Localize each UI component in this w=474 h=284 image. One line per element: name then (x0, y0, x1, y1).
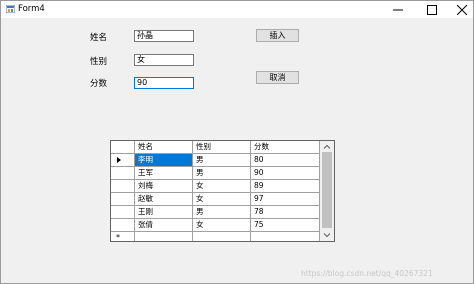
cell-gender[interactable]: 女 (193, 219, 251, 232)
cell-score[interactable]: 75 (251, 219, 320, 232)
cell-name[interactable]: 王刚 (135, 206, 193, 219)
score-input[interactable]: 90 (134, 77, 194, 89)
cancel-button[interactable]: 取消 (256, 71, 299, 84)
form4-window: Form4 姓名 孙晶 性别 女 分数 90 插入 取消 姓名 性别 分数 李明… (0, 0, 474, 284)
close-button[interactable] (447, 1, 474, 18)
title-bar[interactable]: Form4 (1, 1, 473, 18)
cell-score[interactable]: 97 (251, 193, 320, 206)
cell-name[interactable]: 李明 (135, 154, 193, 167)
cell-name[interactable]: 张倩 (135, 219, 193, 232)
score-label: 分数 (90, 79, 108, 89)
watermark: https://blog.csdn.net/qq_40267321 (301, 269, 433, 278)
table-row[interactable]: 王军男 90 (111, 167, 320, 180)
row-header[interactable] (111, 206, 135, 219)
row-header[interactable] (111, 219, 135, 232)
cell-score[interactable]: 89 (251, 180, 320, 193)
new-row-header[interactable]: * (111, 232, 135, 242)
gender-label: 性别 (90, 57, 108, 67)
grid-body: 姓名 性别 分数 李明男 80 王军男 90 刘梅女 89 赵敏女 97 王刚男 78 张倩女 75 * (111, 141, 320, 241)
new-row-cell[interactable] (135, 232, 193, 241)
cell-score[interactable]: 90 (251, 167, 320, 180)
maximize-icon (427, 5, 437, 15)
cell-gender[interactable]: 女 (193, 193, 251, 206)
row-header[interactable] (111, 167, 135, 180)
cell-gender[interactable]: 男 (193, 206, 251, 219)
row-header[interactable] (111, 193, 135, 206)
row-header[interactable] (111, 154, 135, 167)
gender-input[interactable]: 女 (134, 54, 194, 66)
app-icon (6, 5, 15, 13)
name-input[interactable]: 孙晶 (134, 30, 194, 42)
cell-name[interactable]: 赵敏 (135, 193, 193, 206)
row-header[interactable] (111, 180, 135, 193)
new-row-cell[interactable] (193, 232, 251, 241)
scroll-up-icon[interactable] (323, 143, 331, 151)
table-row[interactable]: 王刚男 78 (111, 206, 320, 219)
grid-header-row: 姓名 性别 分数 (111, 141, 320, 154)
cell-score[interactable]: 78 (251, 206, 320, 219)
cell-gender[interactable]: 女 (193, 180, 251, 193)
cell-name[interactable]: 刘梅 (135, 180, 193, 193)
data-grid[interactable]: 姓名 性别 分数 李明男 80 王军男 90 刘梅女 89 赵敏女 97 王刚男 78 张倩女 75 * (110, 140, 335, 242)
cell-gender[interactable]: 男 (193, 154, 251, 167)
new-row[interactable]: * (111, 232, 320, 242)
column-header-name[interactable]: 姓名 (135, 141, 193, 154)
new-row-cell[interactable] (251, 232, 320, 241)
table-row[interactable]: 刘梅女 89 (111, 180, 320, 193)
close-icon (457, 5, 467, 15)
column-header-gender[interactable]: 性别 (193, 141, 251, 154)
table-row[interactable]: 赵敏女 97 (111, 193, 320, 206)
column-header-score[interactable]: 分数 (251, 141, 320, 154)
name-label: 姓名 (90, 33, 108, 43)
minimize-button[interactable] (383, 1, 413, 18)
scroll-down-icon[interactable] (323, 231, 331, 239)
cell-score[interactable]: 80 (251, 154, 320, 167)
maximize-button[interactable] (417, 1, 447, 18)
minimize-icon (393, 9, 403, 11)
insert-button[interactable]: 插入 (256, 29, 299, 42)
table-row[interactable]: 李明男 80 (111, 154, 320, 167)
cell-name[interactable]: 王军 (135, 167, 193, 180)
current-row-arrow-icon (117, 157, 121, 163)
window-title: Form4 (18, 4, 45, 14)
new-row-marker: * (116, 233, 120, 242)
grid-corner-header[interactable] (111, 141, 135, 154)
vertical-scrollbar[interactable] (320, 141, 334, 241)
scroll-thumb[interactable] (322, 152, 332, 228)
table-row[interactable]: 张倩女 75 (111, 219, 320, 232)
cell-gender[interactable]: 男 (193, 167, 251, 180)
